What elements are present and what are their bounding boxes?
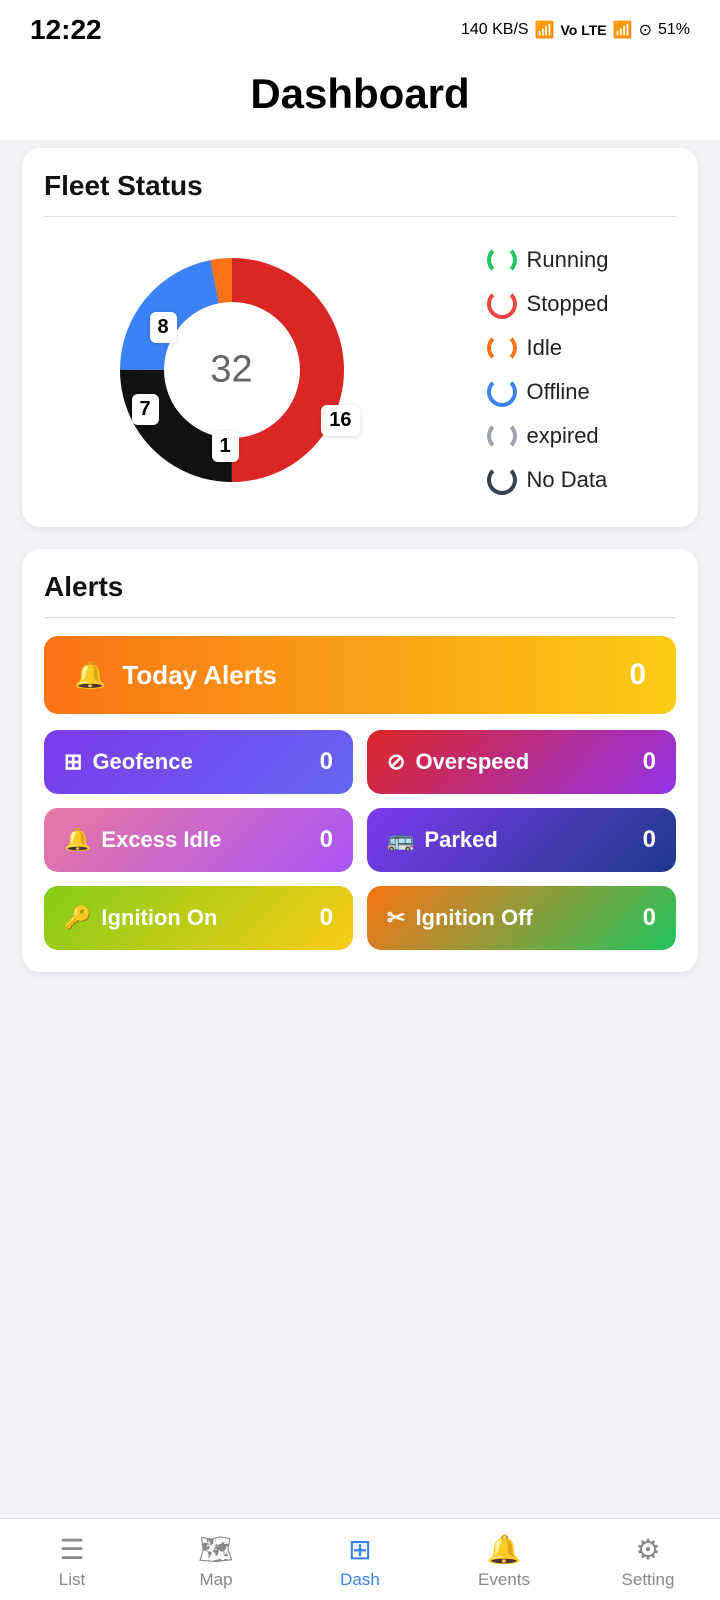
status-icons: 140 KB/S 📶 Vo LTE 📶 ⊙ 51% <box>461 20 690 40</box>
geofence-icon: ⊞ <box>64 749 82 775</box>
setting-nav-icon: ⚙ <box>635 1533 660 1566</box>
legend-offline: Offline <box>487 377 609 407</box>
parked-button[interactable]: 🚌 Parked 0 <box>367 808 676 872</box>
legend-running-label: Running <box>527 247 609 273</box>
fleet-status-title: Fleet Status <box>44 170 676 202</box>
excess-idle-left: 🔔 Excess Idle <box>64 827 221 853</box>
network-speed: 140 KB/S <box>461 21 529 39</box>
events-nav-icon: 🔔 <box>487 1533 522 1566</box>
expired-icon <box>487 421 517 451</box>
legend-stopped-label: Stopped <box>527 291 609 317</box>
ignition-off-button[interactable]: ✂ Ignition Off 0 <box>367 886 676 950</box>
overspeed-label: Overspeed <box>415 749 529 775</box>
status-time: 12:22 <box>30 14 102 46</box>
fleet-content: 32 8 16 7 1 Running Stopped I <box>44 235 676 505</box>
parked-icon: 🚌 <box>387 827 414 853</box>
setting-nav-label: Setting <box>622 1570 675 1590</box>
stopped-icon <box>487 289 517 319</box>
legend-running: Running <box>487 245 609 275</box>
nav-events[interactable]: 🔔 Events <box>464 1533 544 1590</box>
ignition-on-left: 🔑 Ignition On <box>64 905 218 931</box>
signal-icon: 📶 <box>613 20 633 40</box>
donut-total: 32 <box>210 349 252 392</box>
geofence-left: ⊞ Geofence <box>64 749 193 775</box>
today-alerts-label: Today Alerts <box>122 660 277 691</box>
ignition-on-icon: 🔑 <box>64 905 91 931</box>
map-nav-label: Map <box>199 1570 232 1590</box>
legend-offline-label: Offline <box>527 379 590 405</box>
battery-level: 51% <box>658 21 690 39</box>
ignition-off-icon: ✂ <box>387 905 405 931</box>
ignition-on-count: 0 <box>320 904 333 932</box>
overspeed-left: ⊘ Overspeed <box>387 749 529 775</box>
donut-label-offline: 7 <box>132 394 159 425</box>
battery-icon: ⊙ <box>639 20 652 40</box>
page-title: Dashboard <box>0 70 720 118</box>
today-alerts-button[interactable]: 🔔 Today Alerts 0 <box>44 636 676 714</box>
donut-chart: 32 8 16 7 1 <box>112 250 352 490</box>
running-icon <box>487 245 517 275</box>
status-bar: 12:22 140 KB/S 📶 Vo LTE 📶 ⊙ 51% <box>0 0 720 54</box>
legend-stopped: Stopped <box>487 289 609 319</box>
donut-label-running: 16 <box>321 405 359 436</box>
events-nav-label: Events <box>478 1570 530 1590</box>
parked-left: 🚌 Parked <box>387 827 498 853</box>
bottom-nav: ☰ List 🗺 Map ⊞ Dash 🔔 Events ⚙ Setting <box>0 1518 720 1600</box>
ignition-on-button[interactable]: 🔑 Ignition On 0 <box>44 886 353 950</box>
legend-expired-label: expired <box>527 423 599 449</box>
offline-icon <box>487 377 517 407</box>
overspeed-count: 0 <box>643 748 656 776</box>
nav-list[interactable]: ☰ List <box>32 1533 112 1590</box>
overspeed-icon: ⊘ <box>387 749 405 775</box>
legend-idle-label: Idle <box>527 335 562 361</box>
alerts-card: Alerts 🔔 Today Alerts 0 ⊞ Geofence 0 ⊘ <box>22 549 698 972</box>
nodata-icon <box>487 465 517 495</box>
list-nav-label: List <box>59 1570 85 1590</box>
donut-label-idle: 1 <box>212 431 239 462</box>
geofence-count: 0 <box>320 748 333 776</box>
today-alerts-left: 🔔 Today Alerts <box>74 660 277 691</box>
parked-label: Parked <box>424 827 497 853</box>
legend-idle: Idle <box>487 333 609 363</box>
today-alerts-bell-icon: 🔔 <box>74 660 106 691</box>
alerts-title: Alerts <box>44 571 676 603</box>
overspeed-button[interactable]: ⊘ Overspeed 0 <box>367 730 676 794</box>
ignition-off-left: ✂ Ignition Off <box>387 905 533 931</box>
nav-setting[interactable]: ⚙ Setting <box>608 1533 688 1590</box>
legend-nodata-label: No Data <box>527 467 608 493</box>
alerts-grid: ⊞ Geofence 0 ⊘ Overspeed 0 🔔 Excess Idle… <box>44 730 676 950</box>
ignition-off-label: Ignition Off <box>415 905 532 931</box>
wifi-icon: 📶 <box>535 20 555 40</box>
legend-expired: expired <box>487 421 609 451</box>
nav-dash[interactable]: ⊞ Dash <box>320 1533 400 1590</box>
list-nav-icon: ☰ <box>59 1533 84 1566</box>
parked-count: 0 <box>643 826 656 854</box>
excess-idle-label: Excess Idle <box>101 827 221 853</box>
fleet-legend: Running Stopped Idle Offline expired <box>487 245 609 495</box>
nav-map[interactable]: 🗺 Map <box>176 1533 256 1590</box>
ignition-on-label: Ignition On <box>101 905 217 931</box>
lte-icon: Vo LTE <box>560 22 606 38</box>
idle-icon <box>487 333 517 363</box>
geofence-label: Geofence <box>92 749 192 775</box>
app-header: Dashboard <box>0 54 720 140</box>
ignition-off-count: 0 <box>643 904 656 932</box>
excess-idle-button[interactable]: 🔔 Excess Idle 0 <box>44 808 353 872</box>
today-alerts-count: 0 <box>629 658 646 692</box>
dash-nav-label: Dash <box>340 1570 380 1590</box>
donut-label-stopped: 8 <box>150 312 177 343</box>
map-nav-icon: 🗺 <box>198 1533 234 1566</box>
geofence-button[interactable]: ⊞ Geofence 0 <box>44 730 353 794</box>
legend-nodata: No Data <box>487 465 609 495</box>
fleet-status-card: Fleet Status <box>22 148 698 527</box>
main-content: Fleet Status <box>0 140 720 1114</box>
dash-nav-icon: ⊞ <box>348 1533 371 1566</box>
excess-idle-icon: 🔔 <box>64 827 91 853</box>
excess-idle-count: 0 <box>320 826 333 854</box>
